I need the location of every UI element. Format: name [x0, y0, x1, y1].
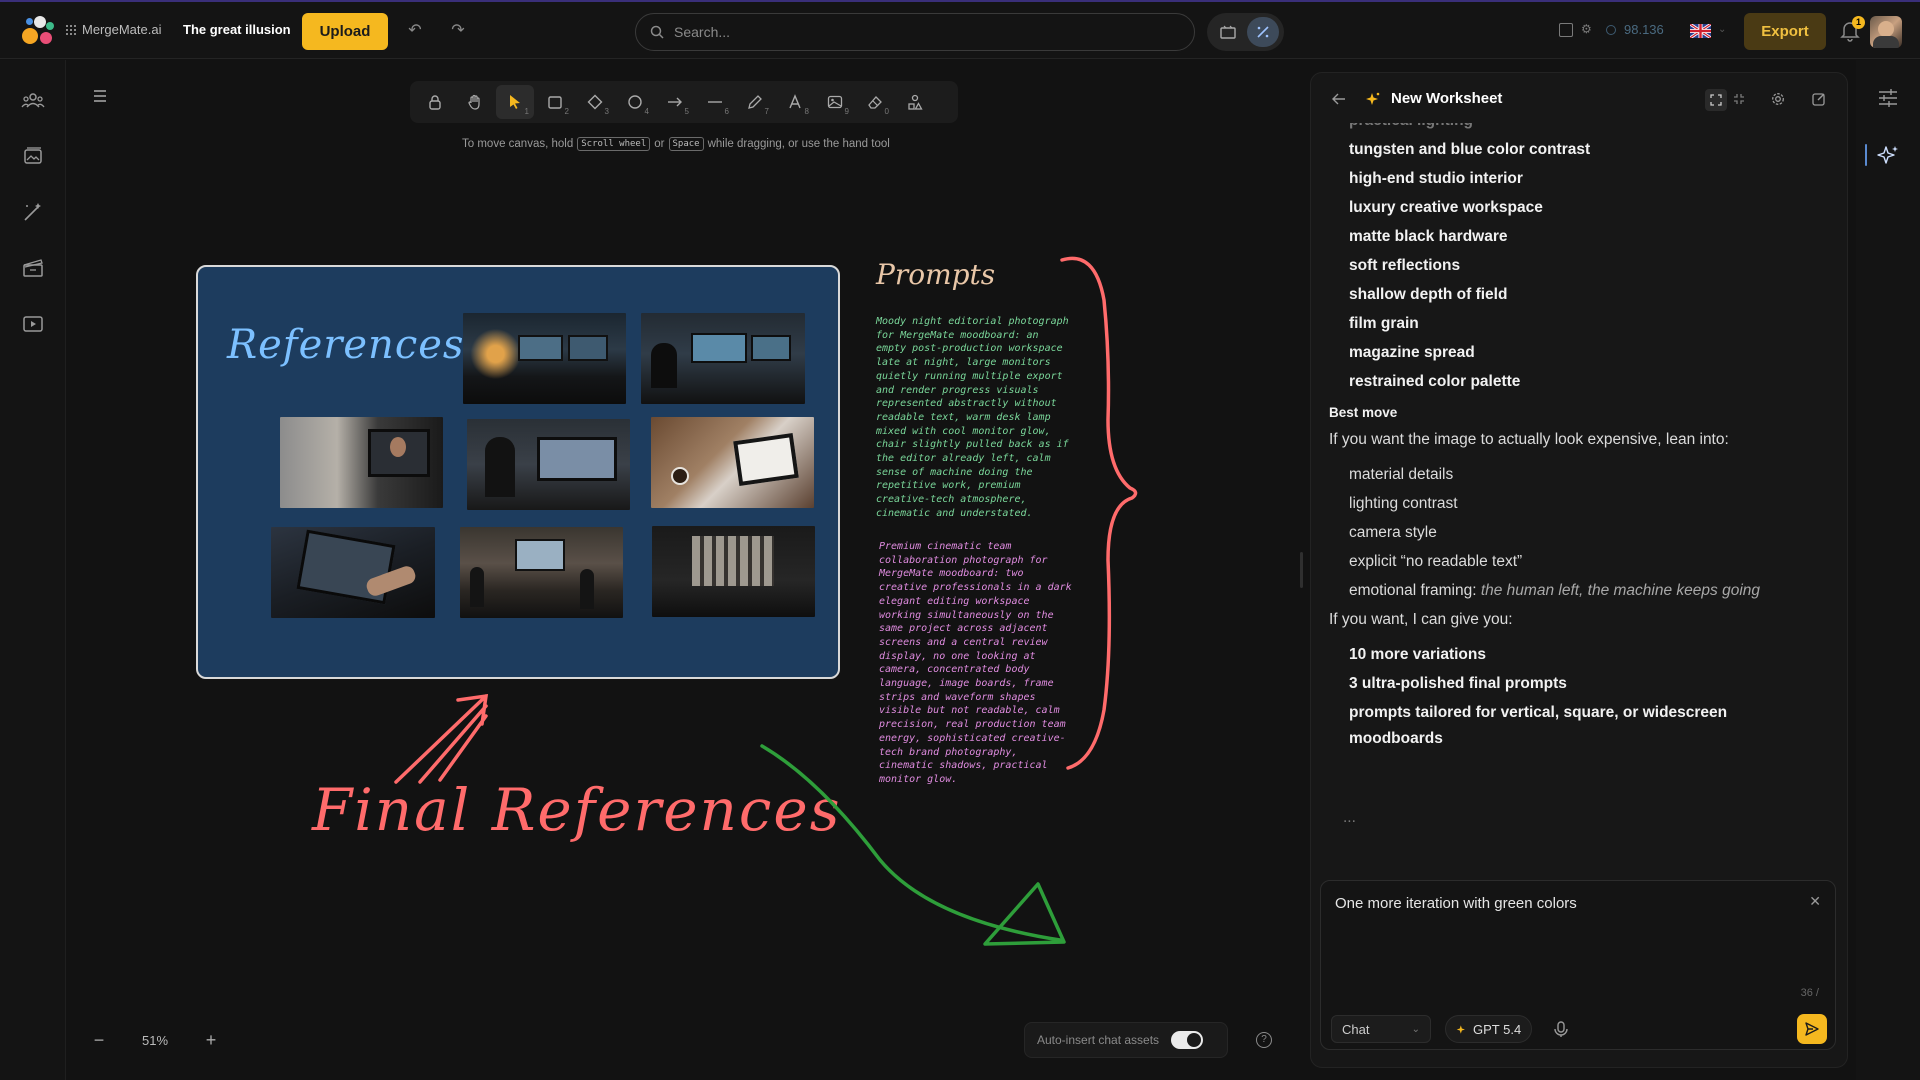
- user-avatar[interactable]: [1870, 16, 1902, 48]
- list-item: film grain: [1349, 315, 1419, 332]
- section-heading: Best move: [1329, 405, 1398, 420]
- zoom-level[interactable]: 51%: [142, 1033, 168, 1048]
- send-icon: [1805, 1022, 1819, 1036]
- back-arrow-icon[interactable]: [1329, 89, 1349, 109]
- sparkle-icon: [1363, 89, 1383, 109]
- help-icon[interactable]: ?: [1256, 1032, 1272, 1048]
- emotional-label: emotional framing:: [1349, 582, 1477, 599]
- settings-gear-icon[interactable]: [1768, 89, 1788, 109]
- list-item: magazine spread: [1349, 344, 1475, 361]
- clear-input-icon[interactable]: ✕: [1809, 893, 1821, 910]
- model-name: GPT 5.4: [1473, 1021, 1522, 1037]
- mode-value: Chat: [1342, 1021, 1370, 1037]
- auto-insert-control: Auto-insert chat assets: [1024, 1022, 1228, 1058]
- list-item: matte black hardware: [1349, 228, 1508, 245]
- active-indicator: [1865, 144, 1867, 166]
- auto-insert-toggle[interactable]: [1171, 1031, 1204, 1049]
- chat-composer: One more iteration with green colors ✕ 3…: [1320, 880, 1836, 1050]
- sliders-icon[interactable]: [1877, 88, 1899, 108]
- collapse-icon[interactable]: [1729, 89, 1749, 109]
- credits-value: 98.136: [1624, 22, 1664, 37]
- gear-small-icon[interactable]: ⚙: [1581, 22, 1592, 36]
- list-item: high-end studio interior: [1349, 170, 1523, 187]
- list-item: shallow depth of field: [1349, 286, 1508, 303]
- list-item: practical lighting: [1329, 123, 1829, 135]
- right-rail: [1856, 60, 1920, 1080]
- paragraph: If you want the image to actually look e…: [1329, 431, 1729, 448]
- red-brace-annotation: [1060, 256, 1138, 770]
- chat-messages[interactable]: practical lighting tungsten and blue col…: [1329, 123, 1829, 913]
- credits-indicator[interactable]: 98.136: [1606, 22, 1664, 37]
- list-item: explicit “no readable text”: [1349, 553, 1523, 570]
- ai-assistant-sparkle-icon[interactable]: [1876, 144, 1900, 168]
- language-chevron-icon[interactable]: ⌄: [1718, 24, 1726, 35]
- list-item: moodboards: [1349, 730, 1443, 747]
- list-item: emotional framing: the human left, the m…: [1329, 576, 1829, 605]
- notification-badge: 1: [1852, 16, 1865, 29]
- emotional-value: the human left, the machine keeps going: [1480, 582, 1761, 599]
- zoom-controls: − 51% +: [90, 1030, 220, 1051]
- list-item: prompts tailored for vertical, square, o…: [1349, 704, 1728, 721]
- auto-insert-label: Auto-insert chat assets: [1037, 1033, 1160, 1047]
- expand-icon[interactable]: [1705, 89, 1727, 111]
- microphone-icon[interactable]: [1551, 1019, 1571, 1039]
- sparkle-small-icon: [1456, 1024, 1465, 1034]
- list-item: lighting contrast: [1349, 495, 1458, 512]
- list-item: luxury creative workspace: [1349, 199, 1543, 216]
- chevron-down-icon: ⌄: [1411, 1023, 1420, 1035]
- list-item: restrained color palette: [1349, 373, 1521, 390]
- paragraph: If you want, I can give you:: [1329, 611, 1513, 628]
- mode-select[interactable]: Chat ⌄: [1331, 1015, 1431, 1043]
- model-select[interactable]: GPT 5.4: [1445, 1015, 1533, 1043]
- panel-title: New Worksheet: [1391, 90, 1503, 107]
- list-item: 10 more variations: [1349, 646, 1486, 663]
- list-item: 3 ultra-polished final prompts: [1349, 675, 1567, 692]
- canvas-annotations: [394, 256, 1138, 946]
- list-item: tungsten and blue color contrast: [1349, 141, 1591, 158]
- typing-indicator: ...: [1343, 809, 1356, 826]
- char-counter: 36 /: [1800, 987, 1819, 999]
- panel-resize-handle[interactable]: [1300, 552, 1303, 588]
- list-item: camera style: [1349, 524, 1437, 541]
- chat-input[interactable]: One more iteration with green colors: [1335, 895, 1805, 955]
- credits-coin-icon: [1606, 24, 1616, 35]
- language-flag-icon[interactable]: [1690, 24, 1711, 38]
- zoom-in-icon[interactable]: +: [202, 1030, 220, 1051]
- list-item: soft reflections: [1349, 257, 1461, 274]
- export-button[interactable]: Export: [1744, 13, 1826, 50]
- zoom-out-icon[interactable]: −: [90, 1030, 108, 1051]
- send-button[interactable]: [1797, 1014, 1827, 1044]
- list-item: material details: [1349, 466, 1454, 483]
- red-arrow-annotation: [394, 693, 489, 784]
- new-chat-edit-icon[interactable]: [1809, 89, 1829, 109]
- storage-icon[interactable]: [1559, 23, 1573, 37]
